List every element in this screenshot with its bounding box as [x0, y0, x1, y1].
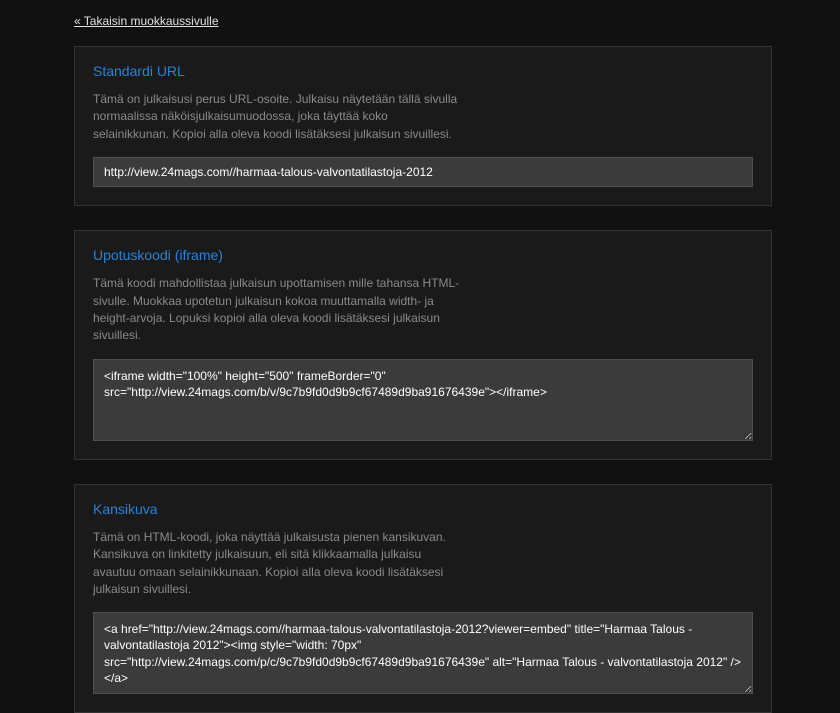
panel-description: Tämä koodi mahdollistaa julkaisun upotta… — [93, 275, 463, 345]
panel-standard-url: Standardi URL Tämä on julkaisusi perus U… — [74, 46, 772, 206]
panel-description: Tämä on julkaisusi perus URL-osoite. Jul… — [93, 91, 463, 143]
panel-cover-image: Kansikuva Tämä on HTML-koodi, joka näytt… — [74, 484, 772, 713]
panel-description: Tämä on HTML-koodi, joka näyttää julkais… — [93, 529, 463, 599]
panel-title: Standardi URL — [93, 63, 753, 79]
standard-url-input[interactable] — [93, 157, 753, 187]
iframe-code-textarea[interactable] — [93, 359, 753, 441]
back-link[interactable]: « Takaisin muokkaussivulle — [74, 14, 219, 28]
panel-title: Upotuskoodi (iframe) — [93, 247, 753, 263]
panel-iframe-code: Upotuskoodi (iframe) Tämä koodi mahdolli… — [74, 230, 772, 460]
cover-code-textarea[interactable] — [93, 612, 753, 694]
panel-title: Kansikuva — [93, 501, 753, 517]
